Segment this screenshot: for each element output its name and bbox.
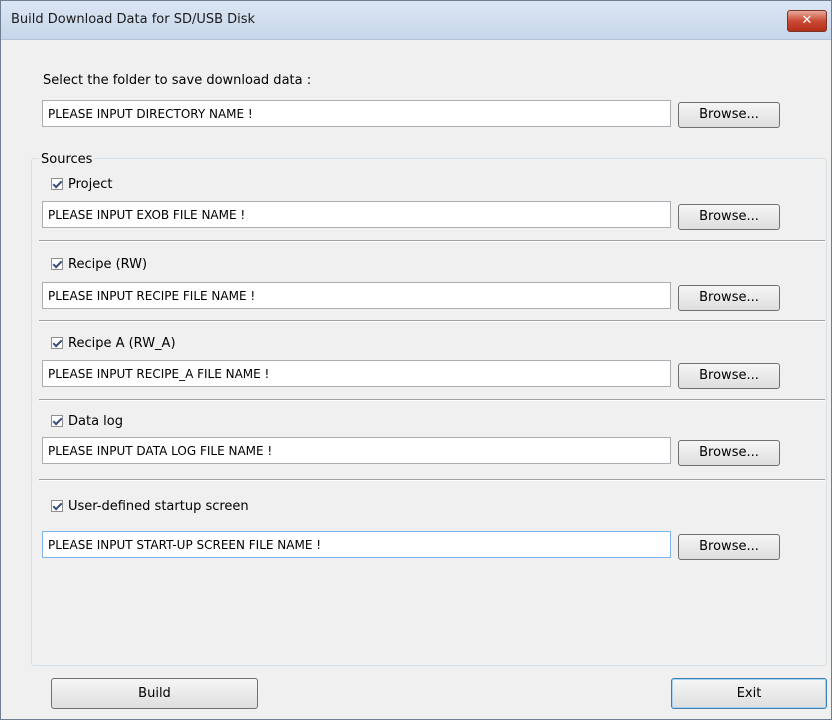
sources-legend: Sources (39, 152, 95, 167)
title-bar[interactable]: Build Download Data for SD/USB Disk ✕ (1, 1, 831, 40)
recipe-a-checkbox-label: Recipe A (RW_A) (68, 335, 176, 351)
exob-file-input[interactable] (42, 201, 671, 228)
project-checkbox-label: Project (68, 176, 113, 192)
separator (39, 399, 825, 401)
separator (39, 240, 825, 242)
checkmark-icon (51, 337, 63, 349)
recipe-rw-checkbox[interactable]: Recipe (RW) (51, 255, 147, 273)
window-title: Build Download Data for SD/USB Disk (11, 12, 256, 27)
folder-prompt-label: Select the folder to save download data … (43, 73, 312, 88)
separator (39, 320, 825, 322)
checkmark-icon (51, 415, 63, 427)
browse-exob-button[interactable]: Browse... (678, 204, 780, 230)
data-log-checkbox-label: Data log (68, 413, 123, 429)
recipe-a-checkbox[interactable]: Recipe A (RW_A) (51, 334, 176, 352)
project-checkbox[interactable]: Project (51, 175, 112, 193)
browse-data-log-button[interactable]: Browse... (678, 440, 780, 466)
recipe-rw-checkbox-label: Recipe (RW) (68, 256, 148, 272)
checkmark-icon (51, 258, 63, 270)
sources-groupbox (31, 158, 827, 666)
close-icon: ✕ (801, 13, 813, 28)
checkmark-icon (51, 178, 63, 190)
recipe-a-file-input[interactable] (42, 360, 671, 387)
close-button[interactable]: ✕ (787, 10, 827, 32)
startup-screen-file-input[interactable] (42, 531, 671, 558)
browse-directory-button[interactable]: Browse... (678, 102, 780, 128)
browse-recipe-button[interactable]: Browse... (678, 285, 780, 311)
data-log-file-input[interactable] (42, 437, 671, 464)
recipe-file-input[interactable] (42, 282, 671, 309)
data-log-checkbox[interactable]: Data log (51, 412, 123, 430)
build-button[interactable]: Build (51, 678, 258, 709)
browse-startup-screen-button[interactable]: Browse... (678, 534, 780, 560)
browse-recipe-a-button[interactable]: Browse... (678, 363, 780, 389)
checkmark-icon (51, 500, 63, 512)
startup-screen-checkbox[interactable]: User-defined startup screen (51, 497, 249, 515)
startup-screen-checkbox-label: User-defined startup screen (68, 498, 249, 514)
dialog-window: Build Download Data for SD/USB Disk ✕ Se… (0, 0, 832, 720)
directory-input[interactable] (42, 100, 671, 127)
separator (39, 479, 825, 481)
exit-button[interactable]: Exit (671, 678, 827, 709)
